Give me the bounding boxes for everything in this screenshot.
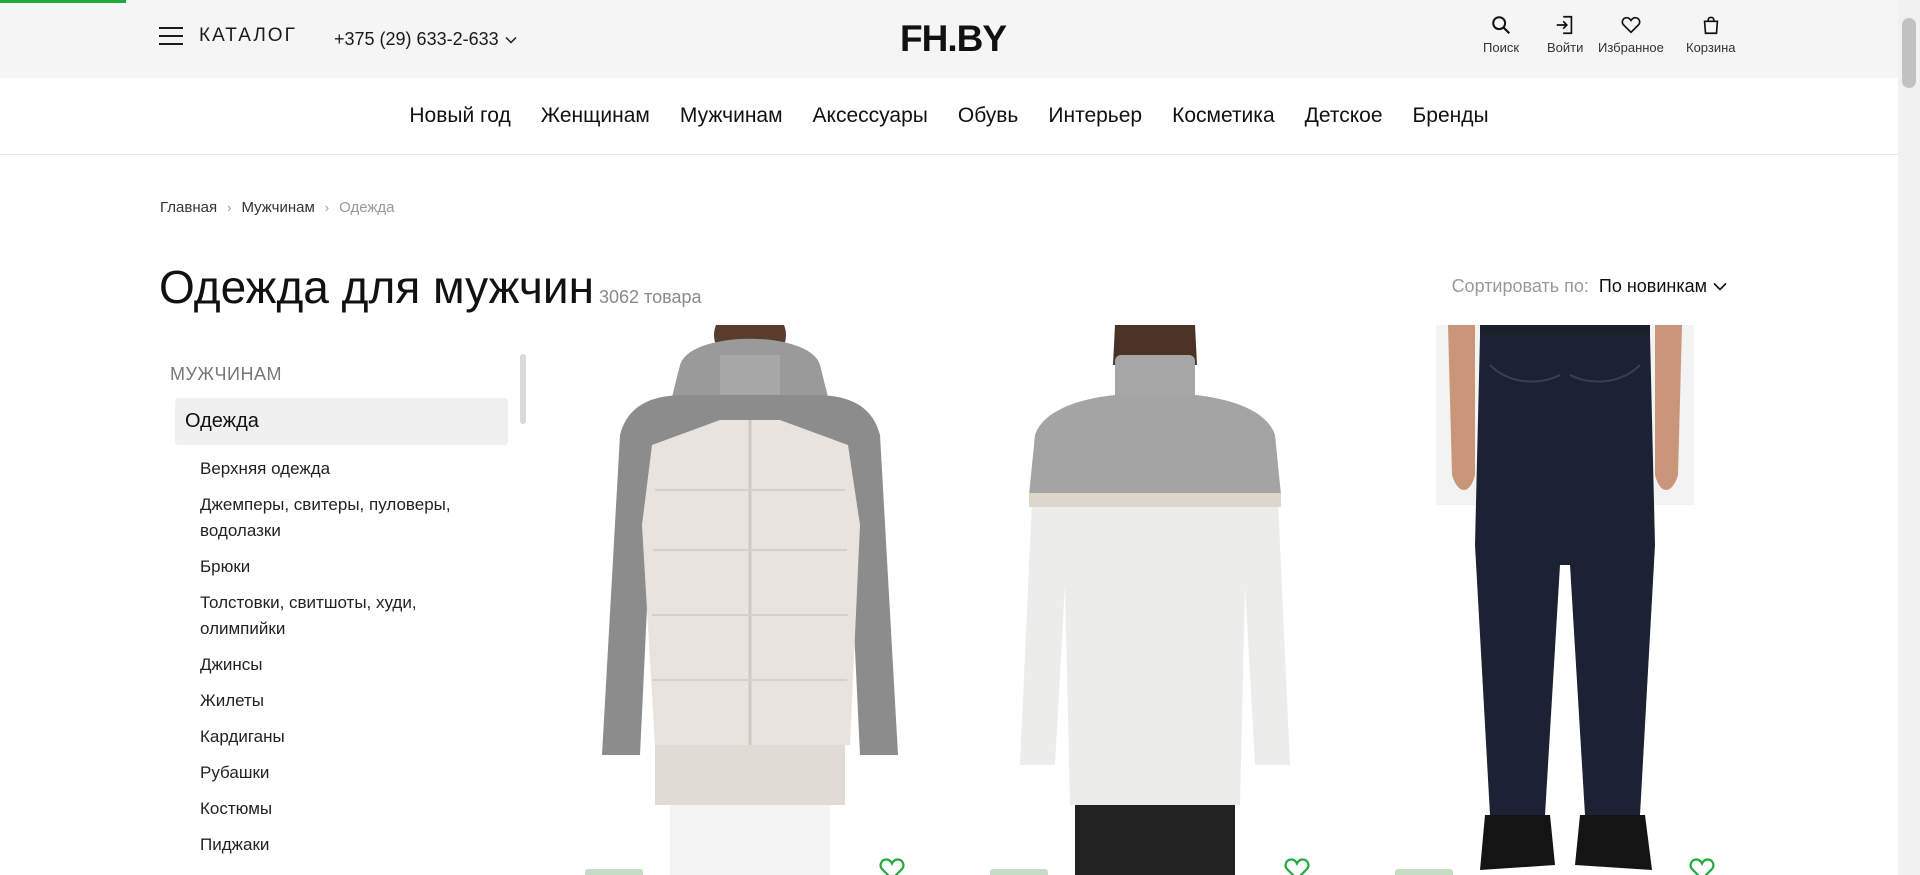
sidebar-section-title[interactable]: МУЖЧИНАМ: [170, 364, 282, 385]
heart-icon[interactable]: [1283, 857, 1311, 875]
breadcrumb-current: Одежда: [339, 199, 395, 216]
chevron-down-icon: [1713, 282, 1727, 291]
nav-item-brands[interactable]: Бренды: [1413, 104, 1489, 128]
sidebar-scrollbar[interactable]: [520, 354, 526, 424]
product-image: [965, 325, 1345, 875]
heart-icon[interactable]: [1688, 857, 1716, 875]
cart-label: Корзина: [1686, 40, 1736, 55]
sidebar-item-trousers[interactable]: Брюки: [200, 554, 490, 580]
nav-item-interior[interactable]: Интерьер: [1048, 104, 1142, 128]
nav-item-cosmetics[interactable]: Косметика: [1172, 104, 1275, 128]
sidebar-item-active[interactable]: Одежда: [175, 398, 508, 445]
sidebar-item-shirts[interactable]: Рубашки: [200, 760, 490, 786]
product-grid: [560, 325, 1750, 875]
bag-icon: [1703, 16, 1719, 35]
sidebar-item-hoodies[interactable]: Толстовки, свитшоты, худи, олимпийки: [200, 590, 490, 642]
nav-item-accessories[interactable]: Аксессуары: [813, 104, 928, 128]
login-label: Войти: [1547, 40, 1584, 55]
search-button[interactable]: Поиск: [1483, 14, 1519, 55]
category-sidebar: МУЖЧИНАМ Одежда Верхняя одежда Джемперы,…: [160, 350, 530, 875]
sidebar-item-outerwear[interactable]: Верхняя одежда: [200, 456, 490, 482]
page-title: Одежда для мужчин: [159, 261, 595, 313]
product-count: 3062 товара: [599, 287, 702, 307]
product-card[interactable]: [560, 325, 940, 875]
search-label: Поиск: [1483, 40, 1520, 55]
heart-icon[interactable]: [878, 857, 906, 875]
login-icon: [1556, 15, 1573, 35]
page-scrollbar[interactable]: [1898, 0, 1920, 875]
favorites-button[interactable]: Избранное: [1598, 14, 1664, 55]
product-image: [1370, 325, 1750, 875]
loading-progress-bar: [0, 0, 126, 3]
login-button[interactable]: Войти: [1547, 14, 1583, 55]
main-navigation: Новый год Женщинам Мужчинам Аксессуары О…: [0, 78, 1898, 155]
heart-icon: [1621, 16, 1641, 34]
sidebar-item-blazers[interactable]: Пиджаки: [200, 832, 490, 858]
nav-item-men[interactable]: Мужчинам: [680, 104, 783, 128]
sort-label: Сортировать по:: [1451, 276, 1589, 296]
search-icon: [1492, 16, 1511, 35]
favorites-label: Избранное: [1598, 40, 1664, 55]
site-header: Каталог +375 (29) 633-2-633 FH.BY Поиск …: [0, 0, 1898, 78]
header-actions: Поиск Войти Избранное Корзина: [0, 14, 1898, 64]
page-scrollbar-thumb[interactable]: [1902, 18, 1916, 88]
sidebar-item-jeans[interactable]: Джинсы: [200, 652, 490, 678]
chevron-right-icon: ›: [227, 200, 232, 215]
nav-item-shoes[interactable]: Обувь: [958, 104, 1019, 128]
breadcrumb-men[interactable]: Мужчинам: [241, 199, 314, 216]
breadcrumb: Главная › Мужчинам › Одежда: [160, 199, 395, 216]
nav-item-new-year[interactable]: Новый год: [409, 104, 510, 128]
sidebar-item-jumpers[interactable]: Джемперы, свитеры, пуловеры, водолазки: [200, 492, 490, 544]
product-card[interactable]: [965, 325, 1345, 875]
product-badge: [585, 869, 643, 875]
breadcrumb-home[interactable]: Главная: [160, 199, 217, 216]
cart-button[interactable]: Корзина: [1686, 14, 1736, 55]
sidebar-subcategory-list: Верхняя одежда Джемперы, свитеры, пулове…: [200, 456, 490, 868]
sidebar-item-vests[interactable]: Жилеты: [200, 688, 490, 714]
sort-control: Сортировать по: По новинкам: [1452, 276, 1727, 297]
sort-value: По новинкам: [1598, 276, 1707, 296]
sidebar-item-suits[interactable]: Костюмы: [200, 796, 490, 822]
nav-item-women[interactable]: Женщинам: [541, 104, 650, 128]
product-badge: [990, 869, 1048, 875]
sort-dropdown[interactable]: По новинкам: [1599, 276, 1727, 297]
chevron-right-icon: ›: [324, 200, 330, 215]
nav-item-kids[interactable]: Детское: [1305, 104, 1383, 128]
product-image: [560, 325, 940, 875]
product-badge: [1395, 869, 1453, 875]
product-card[interactable]: [1370, 325, 1750, 875]
sidebar-item-cardigans[interactable]: Кардиганы: [200, 724, 490, 750]
